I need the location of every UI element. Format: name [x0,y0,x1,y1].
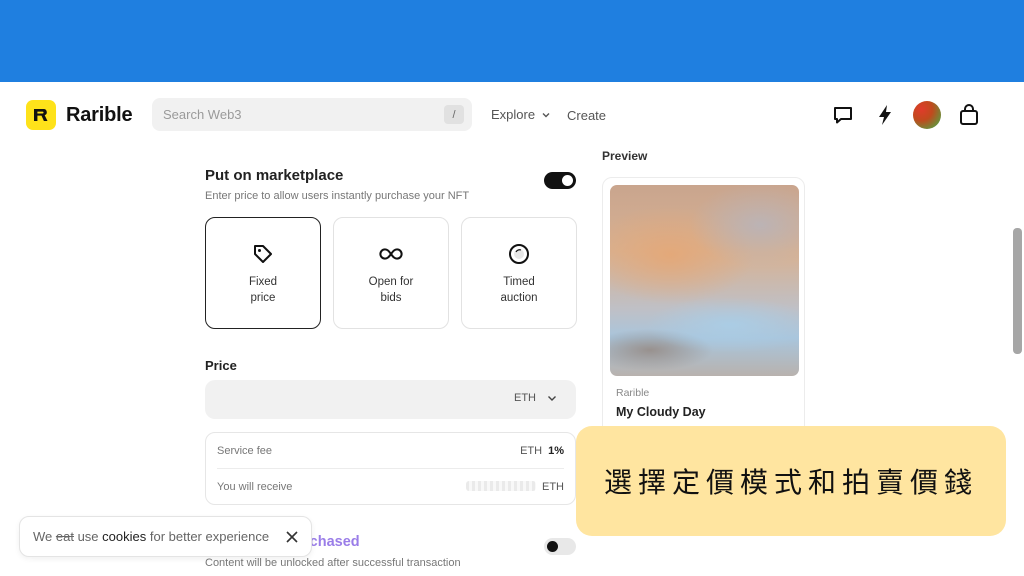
tag-icon [251,242,275,266]
explore-label: Explore [491,107,536,122]
option-fixed-price[interactable]: Fixed price [205,217,321,329]
preview-card: Rarible My Cloudy Day [602,177,805,467]
chevron-down-icon [542,112,550,117]
service-fee-row: Service fee ETH 1% [217,433,564,469]
service-fee-label: Service fee [217,444,273,457]
rarible-logo[interactable]: Rarible [26,100,133,130]
marketplace-subtitle: Enter price to allow users instantly pur… [205,190,470,202]
search-shortcut-key: / [444,105,464,124]
cookie-banner: We eat use cookies for better experience [19,516,312,557]
toggle-knob [547,541,558,552]
option-timed-auction[interactable]: Timed auction [461,217,577,329]
unlock-toggle[interactable] [544,538,576,555]
receive-row: You will receive ETH [217,469,564,505]
toggle-knob [562,175,573,186]
card-brand: Rarible [616,387,650,399]
option-label: Open for bids [368,276,414,304]
create-link[interactable]: Create [567,108,606,123]
browser-top-band [0,0,1024,82]
price-input[interactable]: ETH [205,380,576,419]
annotation-callout: 選擇定價模式和拍賣價錢 [576,426,1006,536]
marketplace-toggle[interactable] [544,172,576,189]
chevron-down-icon[interactable] [546,392,558,404]
scrollbar-thumb[interactable] [1013,228,1022,354]
logo-text: Rarible [66,103,133,126]
fee-summary: Service fee ETH 1% You will receive ETH [205,432,576,505]
blurred-amount [466,481,536,491]
preview-label: Preview [602,149,648,163]
marketplace-title: Put on marketplace [205,167,344,184]
unlock-subtitle: Content will be unlocked after successfu… [205,557,461,569]
nft-image [610,185,799,376]
receive-label: You will receive [217,481,293,493]
option-label: Timed auction [500,276,538,304]
infinity-icon [379,242,403,266]
explore-menu[interactable]: Explore [491,107,551,122]
service-fee-value: ETH 1% [520,444,564,457]
receive-currency: ETH [542,481,564,493]
option-open-for-bids[interactable]: Open for bids [333,217,449,329]
bag-icon[interactable] [957,103,981,127]
search-placeholder: Search Web3 [163,107,242,122]
card-name: My Cloudy Day [616,405,706,419]
rarible-logo-icon [26,100,56,130]
clock-icon [507,242,531,266]
avatar[interactable] [913,101,941,129]
chat-icon[interactable] [831,103,855,127]
lightning-icon[interactable] [873,103,897,127]
currency-select[interactable]: ETH [514,392,536,404]
price-label: Price [205,358,237,373]
option-label: Fixed price [248,276,278,304]
cookie-text: We eat use cookies for better experience [33,529,270,544]
search-input[interactable]: Search Web3 / [152,98,472,131]
close-icon[interactable] [285,530,299,544]
